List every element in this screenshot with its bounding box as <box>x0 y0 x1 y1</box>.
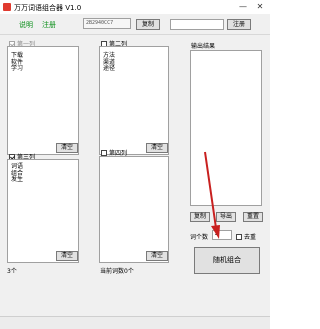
arrow-shaft <box>204 151 217 229</box>
bottom-strip <box>0 316 270 329</box>
arrow-head <box>211 225 220 239</box>
annotation-arrow <box>204 151 220 239</box>
app-window: 万万词语组合器 V1.0 — ✕ 说明 注册 2B2940CC7 复制 注册 第… <box>0 0 270 329</box>
